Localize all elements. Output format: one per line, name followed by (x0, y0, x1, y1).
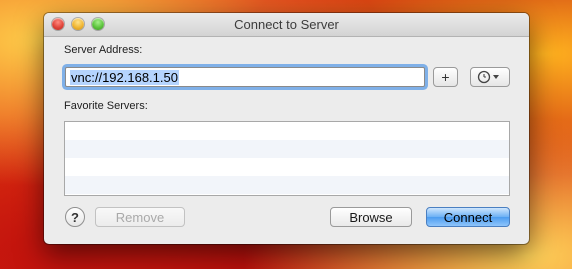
server-address-value: vnc://192.168.1.50 (70, 69, 179, 85)
connect-to-server-window: Connect to Server Server Address: vnc://… (44, 13, 529, 244)
title-bar: Connect to Server (44, 13, 529, 37)
browse-button[interactable]: Browse (330, 207, 412, 227)
favorite-servers-list[interactable] (64, 121, 510, 196)
list-item[interactable] (65, 194, 509, 195)
connect-button[interactable]: Connect (426, 207, 510, 227)
clock-icon (477, 70, 499, 84)
list-item[interactable] (65, 176, 509, 194)
recent-servers-button[interactable] (470, 67, 510, 87)
server-address-label: Server Address: (64, 44, 143, 56)
connect-button-label: Connect (443, 209, 493, 225)
server-address-input[interactable]: vnc://192.168.1.50 (65, 67, 425, 87)
add-favorite-button[interactable]: + (433, 67, 458, 87)
list-item[interactable] (65, 158, 509, 176)
list-item[interactable] (65, 122, 509, 140)
browse-button-label: Browse (349, 209, 393, 225)
question-mark-icon: ? (71, 209, 79, 225)
help-button[interactable]: ? (65, 207, 85, 227)
window-title: Connect to Server (234, 17, 339, 32)
list-item[interactable] (65, 140, 509, 158)
remove-button[interactable]: Remove (95, 207, 185, 227)
chevron-down-icon (493, 75, 499, 79)
plus-icon: + (441, 69, 450, 85)
remove-button-label: Remove (115, 209, 165, 225)
favorite-servers-label: Favorite Servers: (64, 100, 148, 112)
